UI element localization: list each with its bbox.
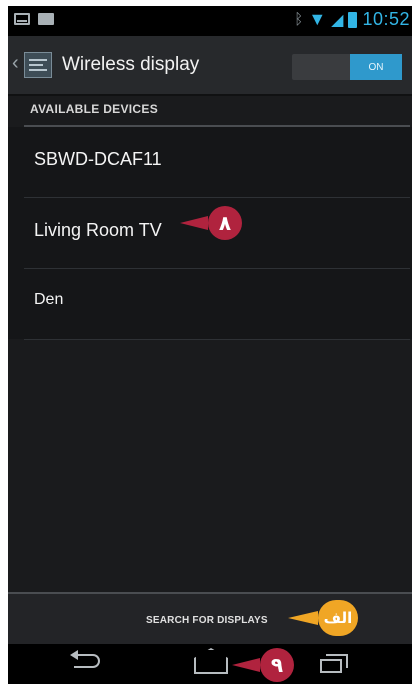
device-name: Living Room TV	[34, 220, 162, 240]
callout-badge: ٩	[260, 648, 294, 682]
callout-arrow	[180, 216, 208, 230]
callout-device: ٨	[180, 206, 242, 240]
phone-screen: ᛒ ▼ ◢ 10:52 ‹ Wireless display ON AVAILA…	[8, 6, 412, 684]
callout-home: ٩	[232, 648, 294, 682]
list-item-device[interactable]: Den	[24, 269, 410, 340]
section-header-available-devices: AVAILABLE DEVICES	[30, 102, 159, 116]
callout-search: الف	[288, 600, 358, 636]
callout-arrow	[288, 611, 318, 625]
navigation-bar	[8, 644, 412, 684]
mail-icon	[14, 13, 30, 25]
device-name: Den	[34, 291, 64, 308]
page-title: Wireless display	[62, 54, 200, 75]
callout-badge: الف	[318, 600, 358, 636]
back-icon[interactable]	[70, 650, 100, 668]
up-caret-icon[interactable]: ‹	[12, 52, 19, 75]
media-icon	[38, 13, 54, 25]
device-name: SBWD-DCAF11	[34, 149, 162, 169]
list-item-device[interactable]: SBWD-DCAF11	[24, 127, 410, 198]
wireless-display-toggle[interactable]: ON	[292, 54, 402, 80]
battery-icon	[348, 11, 358, 28]
callout-badge: ٨	[208, 206, 242, 240]
status-bar: ᛒ ▼ ◢ 10:52	[8, 6, 412, 36]
action-bar: ‹ Wireless display ON	[8, 36, 412, 96]
home-icon[interactable]	[194, 658, 228, 674]
status-time: 10:52	[362, 9, 410, 29]
wifi-icon: ▼	[308, 9, 327, 29]
callout-arrow	[232, 658, 260, 672]
toggle-on-label: ON	[350, 54, 402, 80]
search-button-label: SEARCH FOR DISPLAYS	[146, 615, 268, 626]
recent-apps-icon[interactable]	[320, 654, 348, 674]
signal-icon: ◢	[331, 11, 344, 29]
bluetooth-icon: ᛒ	[294, 11, 304, 28]
wireless-display-settings-icon[interactable]	[24, 52, 52, 78]
